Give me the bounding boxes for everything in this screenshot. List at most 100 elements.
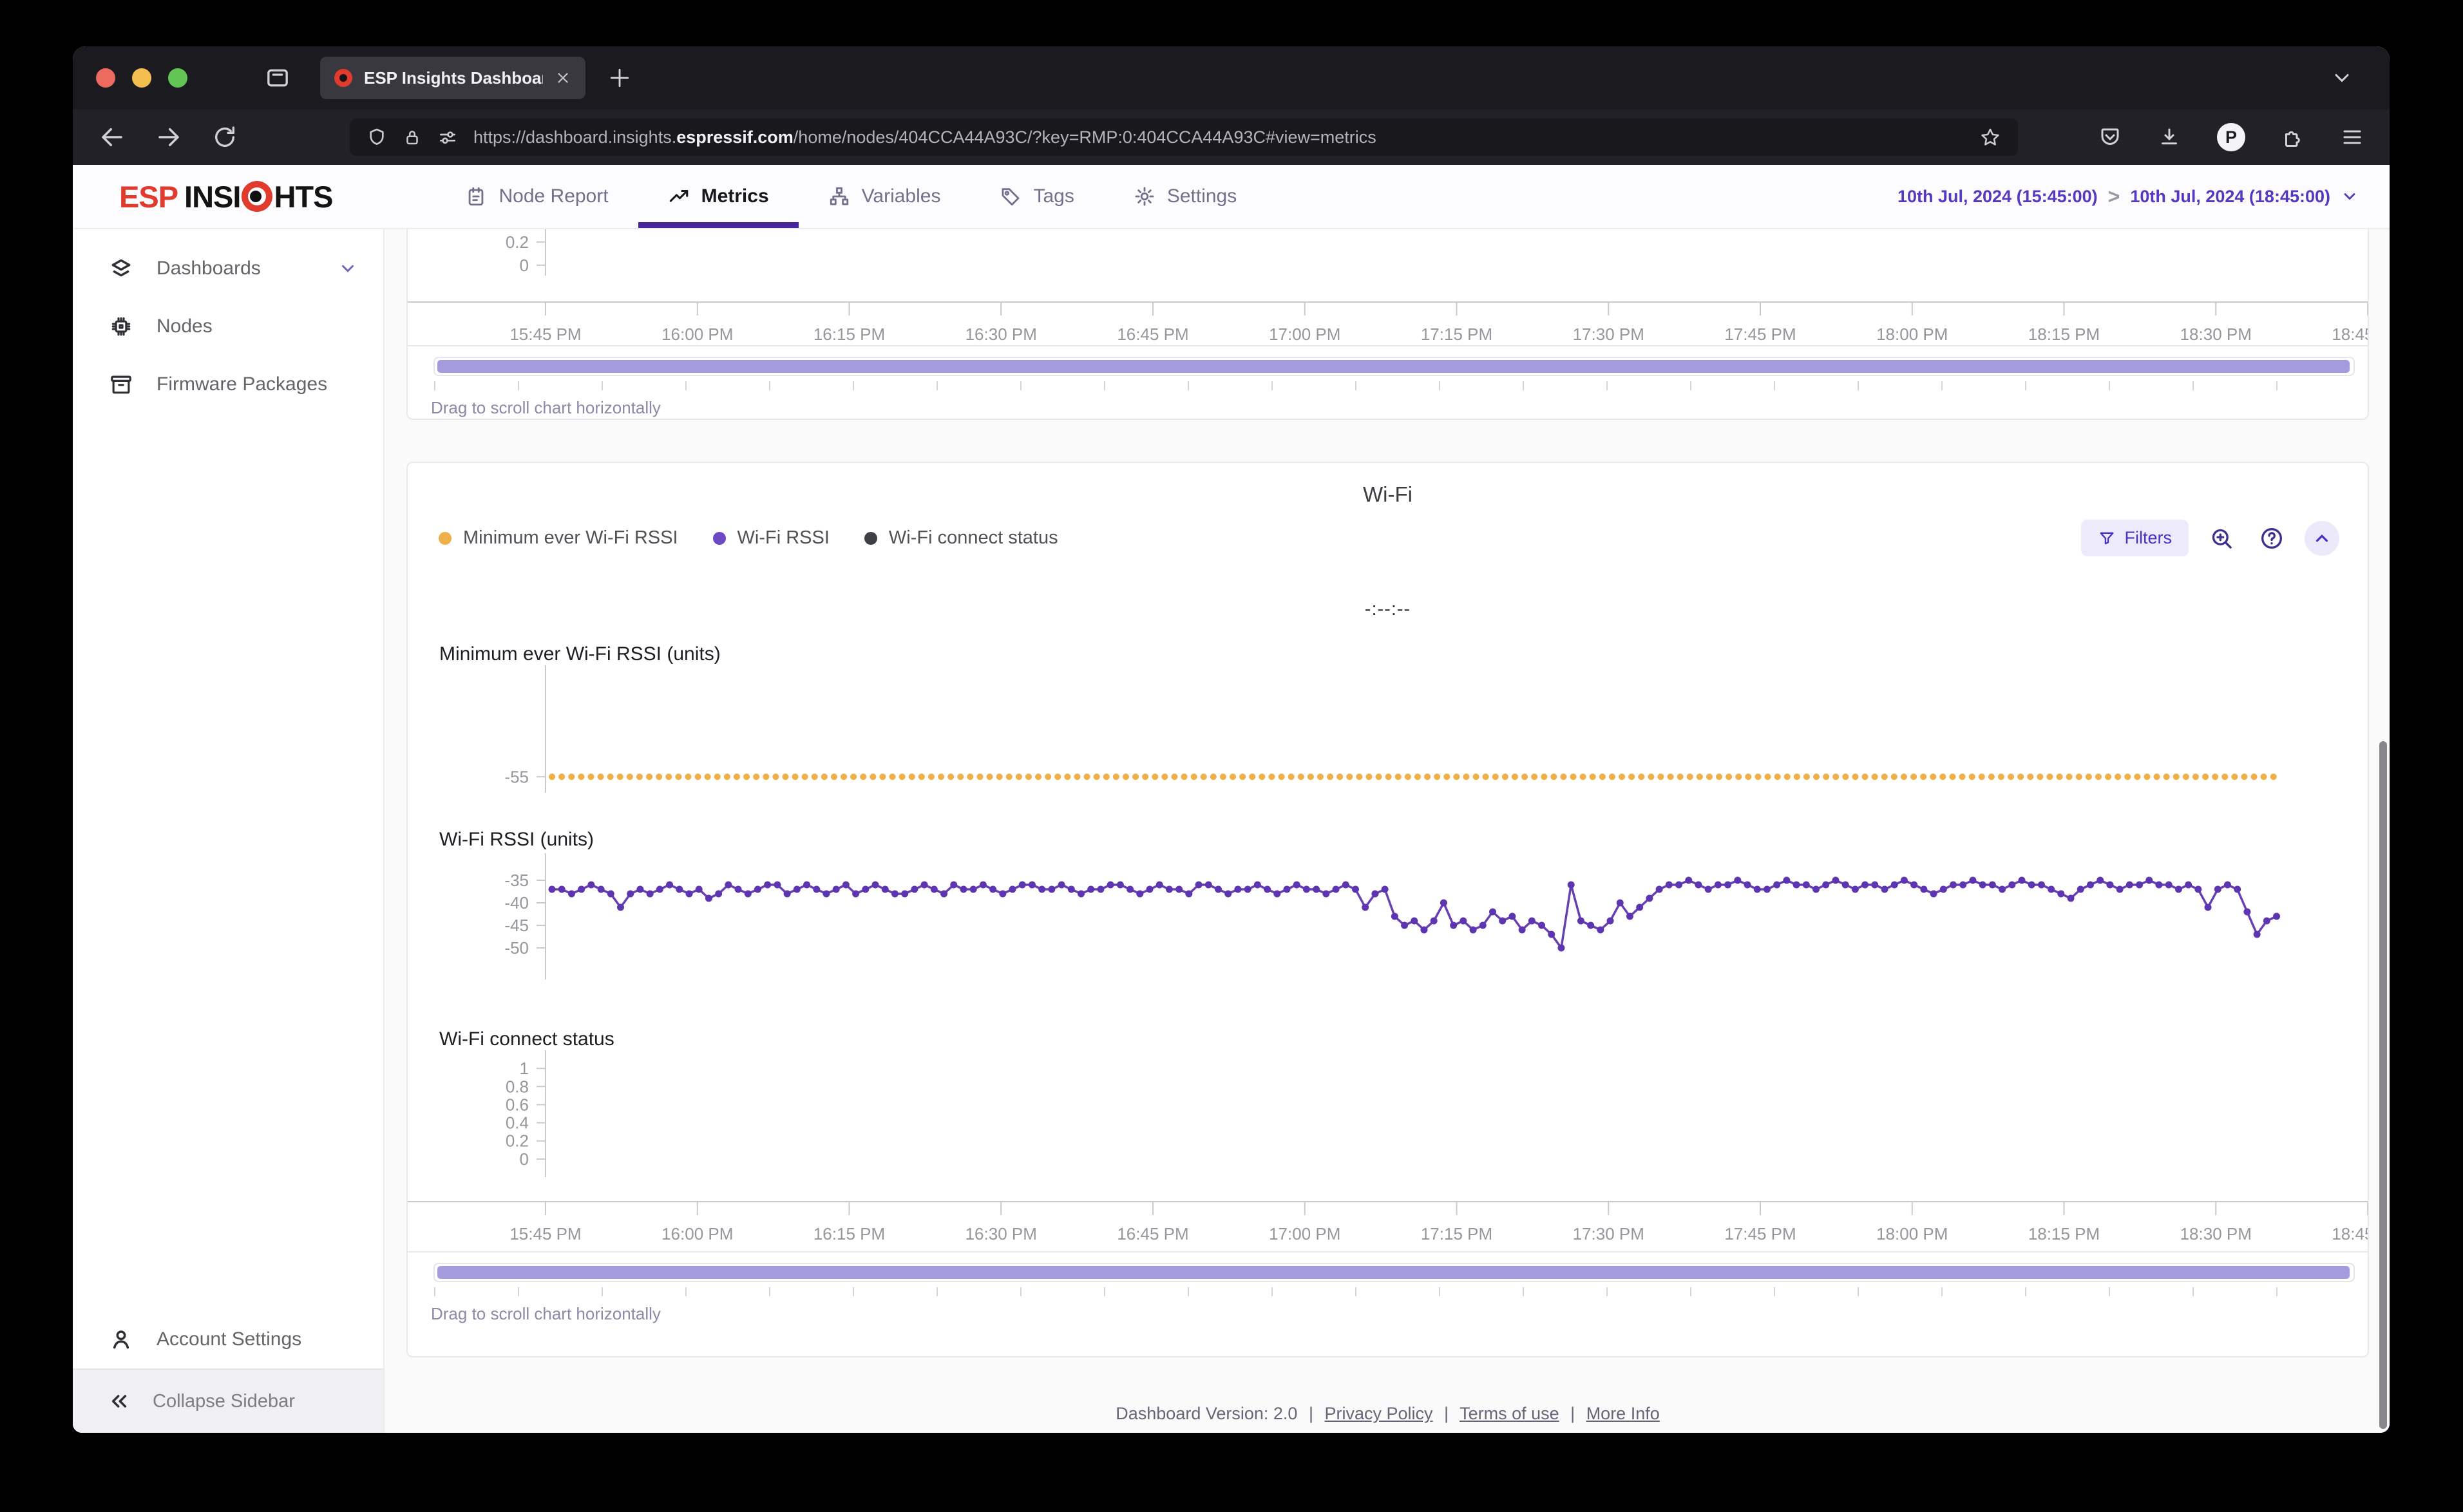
tab-tags[interactable]: Tags [970,165,1103,228]
downloads-icon[interactable] [2158,126,2181,149]
main-nav: Node Report Metrics Variables Tags Setti… [435,165,1266,228]
svg-text:17:15 PM: 17:15 PM [1421,1224,1492,1243]
terms-of-use-link[interactable]: Terms of use [1460,1404,1559,1423]
svg-text:16:15 PM: 16:15 PM [813,1224,885,1243]
svg-text:-40: -40 [504,893,529,912]
chevron-down-icon [2341,187,2359,205]
privacy-policy-link[interactable]: Privacy Policy [1324,1404,1432,1423]
svg-text:-50: -50 [504,938,529,958]
tab-metrics[interactable]: Metrics [638,165,799,228]
svg-text:18:15 PM: 18:15 PM [2028,1224,2100,1243]
sidebar-item-dashboards[interactable]: Dashboards [73,240,383,298]
profile-avatar[interactable]: P [2217,123,2245,151]
browser-sidebar-toggle-icon[interactable] [265,65,290,91]
pocket-icon[interactable] [2098,126,2122,149]
menu-hamburger-icon[interactable] [2341,126,2364,149]
wifi-card-title: Wi-Fi [1363,482,1412,506]
close-window-button[interactable] [96,68,115,88]
svg-text:0.2: 0.2 [506,232,529,252]
tab-title: ESP Insights Dashboard [364,68,543,88]
lock-icon[interactable] [403,128,422,147]
svg-text:18:30 PM: 18:30 PM [2180,325,2252,344]
window-controls [96,68,187,88]
chart-title-wifi-rssi: Wi-Fi RSSI (units) [439,829,594,850]
svg-text:0: 0 [520,256,529,275]
collapse-sidebar-label: Collapse Sidebar [153,1390,295,1412]
bookmark-star-icon[interactable] [1979,126,2001,148]
scrollbar-thumb[interactable] [437,360,2350,373]
svg-text:16:30 PM: 16:30 PM [965,1224,1037,1243]
svg-text:0.4: 0.4 [506,1113,529,1133]
svg-text:18:30 PM: 18:30 PM [2180,1224,2252,1243]
svg-text:15:45 PM: 15:45 PM [509,325,581,344]
settings-gear-icon [1134,185,1155,207]
svg-text:16:30 PM: 16:30 PM [965,325,1037,344]
svg-text:17:00 PM: 17:00 PM [1269,1224,1340,1243]
minimize-window-button[interactable] [132,68,151,88]
date-range-picker[interactable]: 10th Jul, 2024 (15:45:00) > 10th Jul, 20… [1897,185,2359,209]
collapse-card-button[interactable] [2305,520,2339,556]
shield-icon[interactable] [366,127,387,147]
forward-button[interactable] [155,124,182,151]
url-bar[interactable]: https://dashboard.insights.espressif.com… [350,118,2018,156]
chart-horizontal-scrollbar[interactable] [433,1263,2355,1282]
legend-item-connect-status[interactable]: Wi-Fi connect status [864,527,1058,549]
more-info-link[interactable]: More Info [1586,1404,1660,1423]
tab-node-report[interactable]: Node Report [435,165,638,228]
svg-text:18:45 PM: 18:45 PM [2332,1224,2368,1243]
date-to: 10th Jul, 2024 (18:45:00) [2130,186,2330,206]
tab-variables[interactable]: Variables [799,165,971,228]
zoom-in-button[interactable] [2204,521,2239,556]
tags-icon [1000,185,1022,207]
wifi-metrics-card: Wi-Fi Minimum ever Wi-Fi RSSI Wi-Fi RSSI [406,462,2369,1357]
previous-chart-plot[interactable]: 0.40.20 [408,229,2368,276]
legend-item-min-ever-rssi[interactable]: Minimum ever Wi-Fi RSSI [439,527,678,549]
wifi-rssi-chart[interactable]: -35 -40 -45 -50 [408,853,2368,979]
date-from: 10th Jul, 2024 (15:45:00) [1897,186,2098,206]
filters-button[interactable]: Filters [2080,520,2189,556]
tab-overflow-chevron-icon[interactable] [2330,66,2354,90]
legend-dot [439,531,452,545]
svg-text:17:00 PM: 17:00 PM [1269,325,1340,344]
app-footer: Dashboard Version: 2.0 | Privacy Policy … [1116,1404,1660,1423]
date-range-separator: > [2107,184,2120,208]
svg-text:15:45 PM: 15:45 PM [509,1224,581,1243]
tab-label: Node Report [499,185,609,207]
browser-toolbar: https://dashboard.insights.espressif.com… [73,109,2390,165]
tab-label: Variables [861,185,941,207]
archive-box-icon [109,372,133,397]
tab-settings[interactable]: Settings [1104,165,1266,228]
chart-horizontal-scrollbar[interactable] [433,357,2355,376]
legend-item-wifi-rssi[interactable]: Wi-Fi RSSI [712,527,830,549]
extensions-puzzle-icon[interactable] [2281,126,2305,149]
tab-close-icon[interactable] [555,70,571,86]
svg-text:16:00 PM: 16:00 PM [661,1224,733,1243]
scrollbar-thumb[interactable] [437,1266,2350,1279]
sidebar-item-firmware-packages[interactable]: Firmware Packages [73,355,383,413]
chart-title-connect-status: Wi-Fi connect status [439,1028,614,1050]
svg-text:16:45 PM: 16:45 PM [1117,1224,1188,1243]
browser-tab[interactable]: ESP Insights Dashboard [320,57,585,99]
reload-button[interactable] [212,124,238,150]
help-button[interactable] [2254,521,2289,556]
new-tab-button[interactable] [607,66,632,90]
min-ever-rssi-chart[interactable]: -55 [408,665,2368,793]
page-scrollbar-thumb[interactable] [2379,741,2387,1429]
permissions-icon[interactable] [437,127,458,147]
sidebar-item-account-settings[interactable]: Account Settings [73,1310,383,1368]
esp-insights-logo[interactable]: ESP INSI HTS [119,179,333,214]
drag-hint: Drag to scroll chart horizontally [431,398,661,417]
sidebar-item-nodes[interactable]: Nodes [73,298,383,355]
wifi-connect-status-chart[interactable]: 1 0.8 0.6 0.4 0.2 0 [408,1050,2368,1177]
back-button[interactable] [99,124,126,151]
zoom-window-button[interactable] [168,68,187,88]
tab-label: Metrics [701,185,769,207]
app-header: ESP INSI HTS Node Report Metrics Variabl… [73,165,2390,229]
wifi-time-axis: 15:45 PM 16:00 PM 16:15 PM 16:30 PM 16:45 PM… [408,1201,2368,1251]
dashboard-version: Dashboard Version: 2.0 [1116,1404,1298,1423]
chip-icon [109,314,133,339]
svg-text:18:00 PM: 18:00 PM [1876,325,1948,344]
zoom-ruler [433,381,2355,392]
collapse-sidebar-button[interactable]: Collapse Sidebar [73,1368,383,1433]
svg-text:-35: -35 [504,871,529,890]
